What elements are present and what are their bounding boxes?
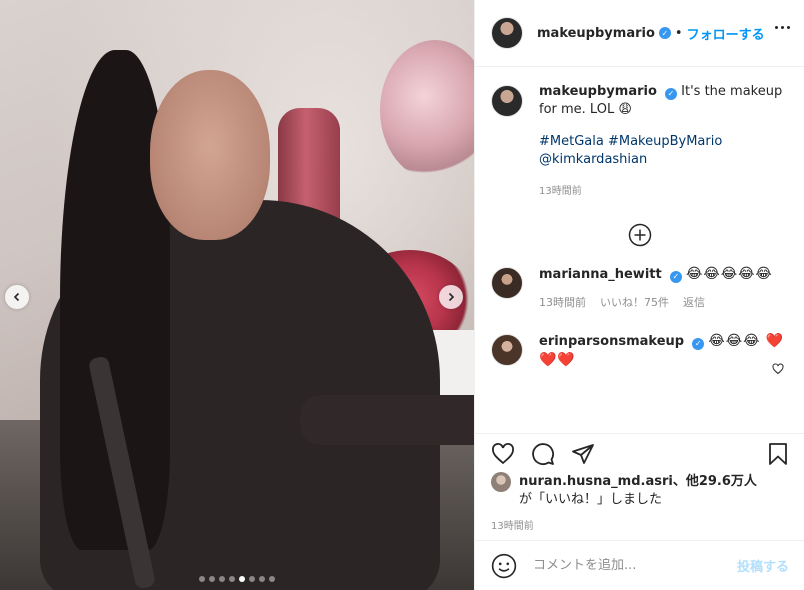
comment-icon[interactable] [531, 442, 555, 466]
emoji-icon[interactable] [491, 553, 517, 579]
comment-time[interactable]: 13時間前 [539, 294, 586, 312]
carousel-dot [269, 576, 275, 582]
carousel-dot [199, 576, 205, 582]
verified-badge-icon: ✓ [665, 88, 678, 100]
likes-count[interactable]: 、他29.6万人 [673, 474, 757, 489]
heart-icon[interactable] [772, 363, 784, 375]
post-header: makeupbymario ✓ • フォローする [475, 0, 804, 67]
carousel-dot [259, 576, 265, 582]
action-bar [475, 433, 804, 473]
liked-by: nuran.husna_md.asri、他29.6万人 が「いいね！」しました [475, 472, 804, 509]
add-comment-bar: 投稿する [475, 540, 804, 590]
comment-text: 😂😂😂😂😂 [686, 266, 773, 282]
carousel-indicator [0, 576, 474, 582]
reply-button[interactable]: 返信 [683, 294, 705, 312]
verified-badge-icon: ✓ [692, 338, 705, 350]
post-comment-button[interactable]: 投稿する [737, 556, 789, 575]
header-separator: • [674, 25, 683, 41]
comment-meta: 13時間前 いいね！75件 返信 [539, 294, 788, 312]
comment-likes[interactable]: いいね！75件 [600, 294, 669, 312]
liker-username[interactable]: nuran.husna_md.asri [519, 474, 673, 489]
post-photo[interactable] [0, 0, 474, 590]
more-options-icon[interactable] [775, 26, 790, 29]
carousel-dot [239, 576, 245, 582]
verified-badge-icon: ✓ [669, 271, 682, 283]
carousel-dot [249, 576, 255, 582]
author-avatar[interactable] [491, 17, 523, 49]
plus-circle-icon[interactable] [628, 223, 652, 247]
commenter-username[interactable]: marianna_hewitt [539, 267, 662, 282]
bookmark-icon[interactable] [766, 442, 790, 466]
caption-time[interactable]: 13時間前 [539, 183, 788, 201]
carousel-dot [229, 576, 235, 582]
caption-author[interactable]: makeupbymario [539, 84, 657, 99]
previous-photo-button[interactable] [5, 285, 29, 309]
comment-item: marianna_hewitt ✓ 😂😂😂😂😂 13時間前 いいね！75件 返信 [491, 265, 788, 375]
comments-section: makeupbymario ✓ It's the makeup for me. … [475, 67, 804, 433]
post-side-panel: makeupbymario ✓ • フォローする makeupbymario ✓… [474, 0, 804, 590]
follow-button[interactable]: フォローする [687, 24, 765, 43]
chevron-right-icon [448, 292, 455, 302]
photo-person-face [150, 70, 270, 240]
share-icon[interactable] [571, 442, 595, 466]
instagram-post: makeupbymario ✓ • フォローする makeupbymario ✓… [0, 0, 804, 590]
commenter-avatar[interactable] [491, 267, 523, 299]
carousel-dot [209, 576, 215, 582]
comment-input[interactable] [533, 558, 737, 573]
author-username[interactable]: makeupbymario [537, 26, 655, 41]
chevron-left-icon [13, 292, 20, 302]
caption-author-avatar[interactable] [491, 85, 523, 117]
photo-person-arm [300, 395, 474, 445]
liker-avatar[interactable] [491, 472, 511, 492]
carousel-dot [219, 576, 225, 582]
next-photo-button[interactable] [439, 285, 463, 309]
likes-text: が「いいね！」しました [519, 492, 663, 507]
commenter-username[interactable]: erinparsonsmakeup [539, 334, 684, 349]
comment-item: erinparsonsmakeup ✓ 😂😂😂 ❤️❤️❤️ [491, 332, 788, 370]
heart-icon[interactable] [491, 442, 515, 466]
commenter-avatar[interactable] [491, 334, 523, 366]
caption: makeupbymario ✓ It's the makeup for me. … [491, 83, 788, 201]
caption-tags[interactable]: #MetGala #MakeupByMario @kimkardashian [539, 133, 788, 169]
verified-badge-icon: ✓ [658, 27, 671, 39]
post-date[interactable]: 13時間前 [475, 517, 804, 532]
